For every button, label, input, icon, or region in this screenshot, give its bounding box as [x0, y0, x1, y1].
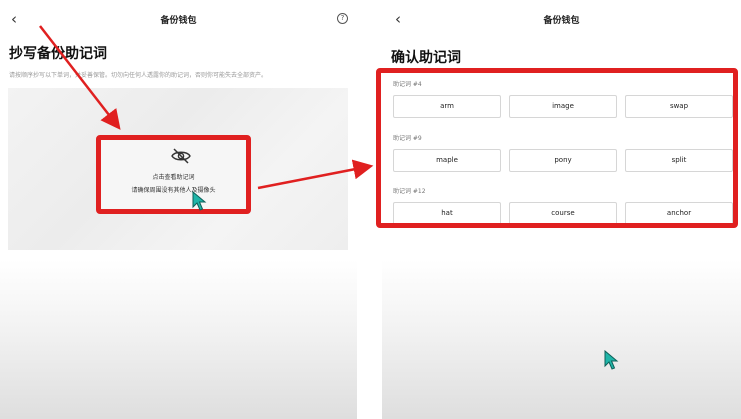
word-label-9: 助记词 #9 [393, 135, 422, 142]
word-option-button[interactable]: image [509, 95, 617, 118]
reveal-warning: 请确保周围没有其他人及摄像头 [131, 187, 216, 194]
page-heading: 确认助记词 [391, 50, 461, 66]
nav-title: 备份钱包 [160, 16, 197, 26]
word-label-12: 助记词 #12 [393, 188, 426, 195]
page-description: 请按顺序抄写以下单词，并妥善保管。切勿向任何人透露你的助记词，否则你可能失去全部… [9, 72, 268, 79]
word-label-4: 助记词 #4 [393, 81, 422, 88]
word-option-button[interactable]: hat [393, 202, 501, 223]
word-option-button[interactable]: anchor [625, 202, 733, 223]
word-option-button[interactable]: pony [509, 149, 617, 172]
confirm-mnemonic-section: 助记词 #4 arm image swap 助记词 #9 maple pony … [376, 68, 738, 228]
question-circle-icon[interactable]: ? [337, 13, 348, 24]
word-option-button[interactable]: arm [393, 95, 501, 118]
reveal-instruction: 点击查看助记词 [152, 174, 195, 181]
eye-slash-icon [171, 148, 191, 164]
reveal-mnemonic-button[interactable]: 点击查看助记词 请确保周围没有其他人及摄像头 [96, 135, 251, 214]
mouse-cursor-icon [604, 350, 619, 370]
page-heading: 抄写备份助记词 [9, 46, 107, 62]
word-option-button[interactable]: swap [625, 95, 733, 118]
mouse-cursor-icon [192, 191, 207, 211]
word-option-button[interactable]: course [509, 202, 617, 223]
nav-title: 备份钱包 [543, 16, 580, 26]
word-option-button[interactable]: split [625, 149, 733, 172]
word-option-button[interactable]: maple [393, 149, 501, 172]
